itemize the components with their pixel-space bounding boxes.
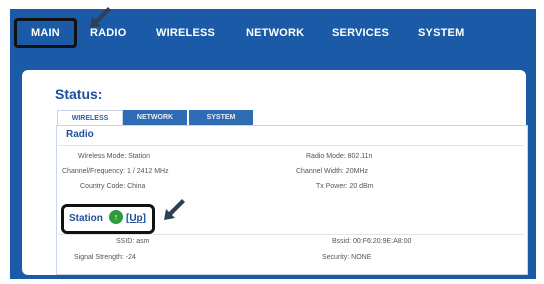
security-value: Security: NONE (322, 254, 372, 261)
nav-main[interactable]: MAIN (14, 18, 77, 48)
country-code-value: Country Code: China (80, 183, 146, 190)
nav-system[interactable]: SYSTEM (418, 18, 464, 48)
station-up-link[interactable]: [Up] (126, 213, 146, 224)
channel-width-value: Channel Width: 20MHz (296, 168, 368, 175)
nav-network[interactable]: NETWORK (246, 18, 304, 48)
nav-wireless-label: WIRELESS (156, 27, 216, 39)
bssid-value: Bssid: 00:F6:20:9E:A8:00 (332, 238, 412, 245)
callout-arrow-main-icon (90, 7, 111, 28)
nav-services-label: SERVICES (332, 27, 390, 39)
tab-wireless[interactable]: WIRELESS (57, 110, 123, 126)
radio-section-title: Radio (66, 129, 94, 140)
nav-main-label: MAIN (31, 27, 60, 39)
nav-network-label: NETWORK (246, 27, 305, 39)
tab-wireless-label: WIRELESS (71, 115, 109, 122)
wireless-mode-value: Wireless Mode: Station (78, 153, 150, 160)
nav-services[interactable]: SERVICES (332, 18, 389, 48)
station-divider (58, 234, 524, 235)
ssid-value: SSID: asm (116, 238, 150, 245)
tx-power-value: Tx Power: 20 dBm (316, 183, 374, 190)
callout-arrow-station-icon (164, 199, 185, 220)
radio-mode-value: Radio Mode: 802.11n (306, 153, 373, 160)
status-title: Status: (55, 86, 103, 102)
status-content (56, 125, 528, 275)
nav-system-label: SYSTEM (418, 27, 465, 39)
radio-divider (58, 145, 524, 146)
tab-system-label: SYSTEM (206, 114, 236, 121)
tab-network[interactable]: NETWORK (123, 110, 187, 125)
station-section-title: Station (69, 213, 103, 224)
nav-wireless[interactable]: WIRELESS (156, 18, 215, 48)
tab-network-label: NETWORK (136, 114, 174, 121)
tab-system[interactable]: SYSTEM (189, 110, 253, 125)
signal-strength-value: Signal Strength: -24 (74, 254, 136, 261)
channel-frequency-value: Channel/Frequency: 1 / 2412 MHz (62, 168, 169, 175)
up-arrow-icon: ↑ (109, 210, 123, 224)
